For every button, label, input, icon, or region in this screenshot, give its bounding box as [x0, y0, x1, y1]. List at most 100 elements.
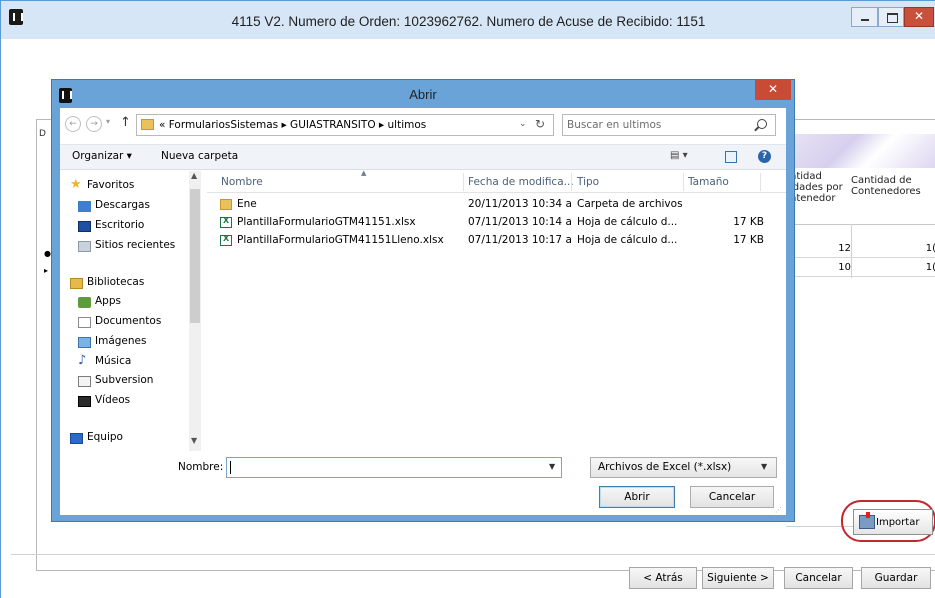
address-dropdown-icon[interactable]: ⌄: [519, 119, 527, 129]
folder-icon: [220, 199, 232, 210]
file-date: 07/11/2013 10:14 a...: [468, 216, 573, 228]
main-window-title: 4115 V2. Numero de Orden: 1023962762. Nu…: [231, 14, 706, 29]
documents-icon: [78, 317, 91, 328]
column-separator[interactable]: [683, 173, 684, 191]
file-row[interactable]: Ene 20/11/2013 10:34 a... Carpeta de arc…: [207, 197, 786, 213]
column-header-size[interactable]: Tamaño: [688, 176, 729, 188]
computer-icon: [70, 433, 83, 444]
close-button[interactable]: ✕: [904, 7, 934, 27]
save-button[interactable]: Guardar: [861, 567, 931, 589]
downloads-icon: [78, 201, 91, 212]
chevron-down-icon: ▼: [761, 462, 768, 471]
file-type-filter-value: Archivos de Excel (*.xlsx): [598, 461, 732, 473]
import-icon: [859, 512, 875, 529]
file-name: Ene: [237, 198, 257, 210]
column-separator[interactable]: [571, 173, 572, 191]
grid-col-header-containers: Cantidad de Contenedores: [851, 175, 921, 197]
scroll-thumb[interactable]: [190, 189, 200, 323]
forward-arrow-icon[interactable]: →: [86, 116, 102, 132]
cancel-button[interactable]: Cancelar: [784, 567, 853, 589]
import-button-label: Importar: [876, 517, 920, 528]
open-file-dialog: Abrir ✕ ← → ▾ ↑ « FormulariosSistemas ▸ …: [51, 79, 795, 522]
grid-cell: 10: [838, 262, 851, 273]
excel-file-icon: [220, 216, 232, 228]
new-folder-button[interactable]: Nueva carpeta: [161, 150, 238, 162]
grid-cell: 12: [838, 243, 851, 254]
file-date: 20/11/2013 10:34 a...: [468, 198, 573, 210]
close-icon: ✕: [913, 9, 925, 23]
file-name: PlantillaFormularioGTM41151Lleno.xlsx: [237, 234, 444, 246]
resize-grip-icon[interactable]: ⋰: [775, 506, 782, 514]
file-name: PlantillaFormularioGTM41151.xlsx: [237, 216, 416, 228]
grid-row[interactable]: 12 1(: [786, 240, 935, 258]
next-button[interactable]: Siguiente >: [702, 567, 774, 589]
file-type-filter[interactable]: Archivos de Excel (*.xlsx) ▼: [590, 457, 777, 478]
dialog-content: ← → ▾ ↑ « FormulariosSistemas ▸ GUIASTRA…: [60, 108, 786, 515]
navigation-pane-scrollbar[interactable]: ▲ ▼: [189, 171, 201, 451]
address-breadcrumb[interactable]: « FormulariosSistemas ▸ GUIASTRANSITO ▸ …: [159, 119, 426, 131]
dialog-titlebar: Abrir ✕: [52, 80, 794, 108]
recent-locations-chevron-icon[interactable]: ▾: [106, 117, 110, 126]
file-date: 07/11/2013 10:17 a...: [468, 234, 573, 246]
filename-input[interactable]: [229, 460, 539, 475]
videos-icon: [78, 396, 91, 407]
file-row[interactable]: PlantillaFormularioGTM41151Lleno.xlsx 07…: [207, 233, 786, 249]
images-icon: [78, 337, 91, 348]
grid-header-decoration: [786, 134, 935, 168]
file-type: Carpeta de archivos: [577, 198, 682, 210]
chevron-down-icon[interactable]: ▼: [549, 462, 555, 471]
grid-cell: 1(: [925, 243, 935, 254]
dialog-title: Abrir: [409, 87, 437, 102]
desktop-icon: [78, 221, 91, 232]
column-separator[interactable]: [463, 173, 464, 191]
text-cursor: [230, 461, 231, 474]
background-panel-label: D: [39, 129, 46, 139]
grid-divider: [786, 224, 935, 225]
refresh-icon[interactable]: ↻: [535, 117, 545, 131]
file-list-header: Nombre ▲ Fecha de modifica... Tipo Tamañ…: [207, 169, 786, 193]
search-input[interactable]: [567, 117, 747, 133]
search-icon[interactable]: [757, 119, 767, 129]
file-list: Nombre ▲ Fecha de modifica... Tipo Tamañ…: [207, 169, 786, 451]
star-icon: ★: [70, 177, 82, 192]
row-indicator-icon: ▸: [44, 266, 49, 275]
excel-file-icon: [220, 234, 232, 246]
file-size: 17 KB: [733, 234, 764, 246]
back-button[interactable]: < Atrás: [629, 567, 697, 589]
grid-col-header-units: ntidad idades por ntenedor: [790, 171, 843, 204]
import-button[interactable]: Importar: [853, 509, 933, 535]
column-separator[interactable]: [760, 173, 761, 191]
back-arrow-icon[interactable]: ←: [65, 116, 81, 132]
footer-divider: [11, 554, 935, 555]
row-indicator-icon: ●: [44, 249, 51, 258]
folder-icon: [141, 119, 154, 130]
navigation-pane: ★ Favoritos Descargas Escritorio Sitios …: [70, 177, 176, 444]
search-box[interactable]: [562, 114, 776, 136]
open-button[interactable]: Abrir: [599, 486, 675, 508]
up-arrow-icon[interactable]: ↑: [120, 115, 131, 130]
minimize-button[interactable]: [851, 7, 878, 27]
dialog-toolbar: Organizar ▾ Nueva carpeta ▤ ▾ ?: [60, 144, 786, 170]
main-titlebar: 4115 V2. Numero de Orden: 1023962762. Nu…: [1, 1, 935, 39]
file-size: 17 KB: [733, 216, 764, 228]
help-icon[interactable]: ?: [758, 150, 771, 163]
dialog-close-button[interactable]: ✕: [755, 80, 791, 100]
grid-cell: 1(: [925, 262, 935, 273]
preview-pane-icon[interactable]: [725, 151, 737, 163]
dialog-cancel-button[interactable]: Cancelar: [690, 486, 774, 508]
maximize-button[interactable]: [878, 7, 904, 27]
grid-row[interactable]: 10 1(: [786, 259, 935, 277]
change-view-button[interactable]: ▤ ▾: [670, 150, 688, 161]
address-bar[interactable]: « FormulariosSistemas ▸ GUIASTRANSITO ▸ …: [136, 114, 554, 136]
column-header-name[interactable]: Nombre: [221, 176, 263, 188]
filename-label: Nombre:: [178, 461, 224, 473]
column-header-type[interactable]: Tipo: [577, 176, 599, 188]
scroll-down-icon[interactable]: ▼: [191, 436, 197, 445]
recent-places-icon: [78, 241, 91, 252]
organize-button[interactable]: Organizar ▾: [72, 150, 132, 162]
file-row[interactable]: PlantillaFormularioGTM41151.xlsx 07/11/2…: [207, 215, 786, 231]
filename-combobox[interactable]: ▼: [226, 457, 562, 478]
scroll-up-icon[interactable]: ▲: [191, 171, 197, 180]
sort-ascending-icon: ▲: [361, 169, 367, 177]
column-header-date[interactable]: Fecha de modifica...: [468, 176, 574, 188]
